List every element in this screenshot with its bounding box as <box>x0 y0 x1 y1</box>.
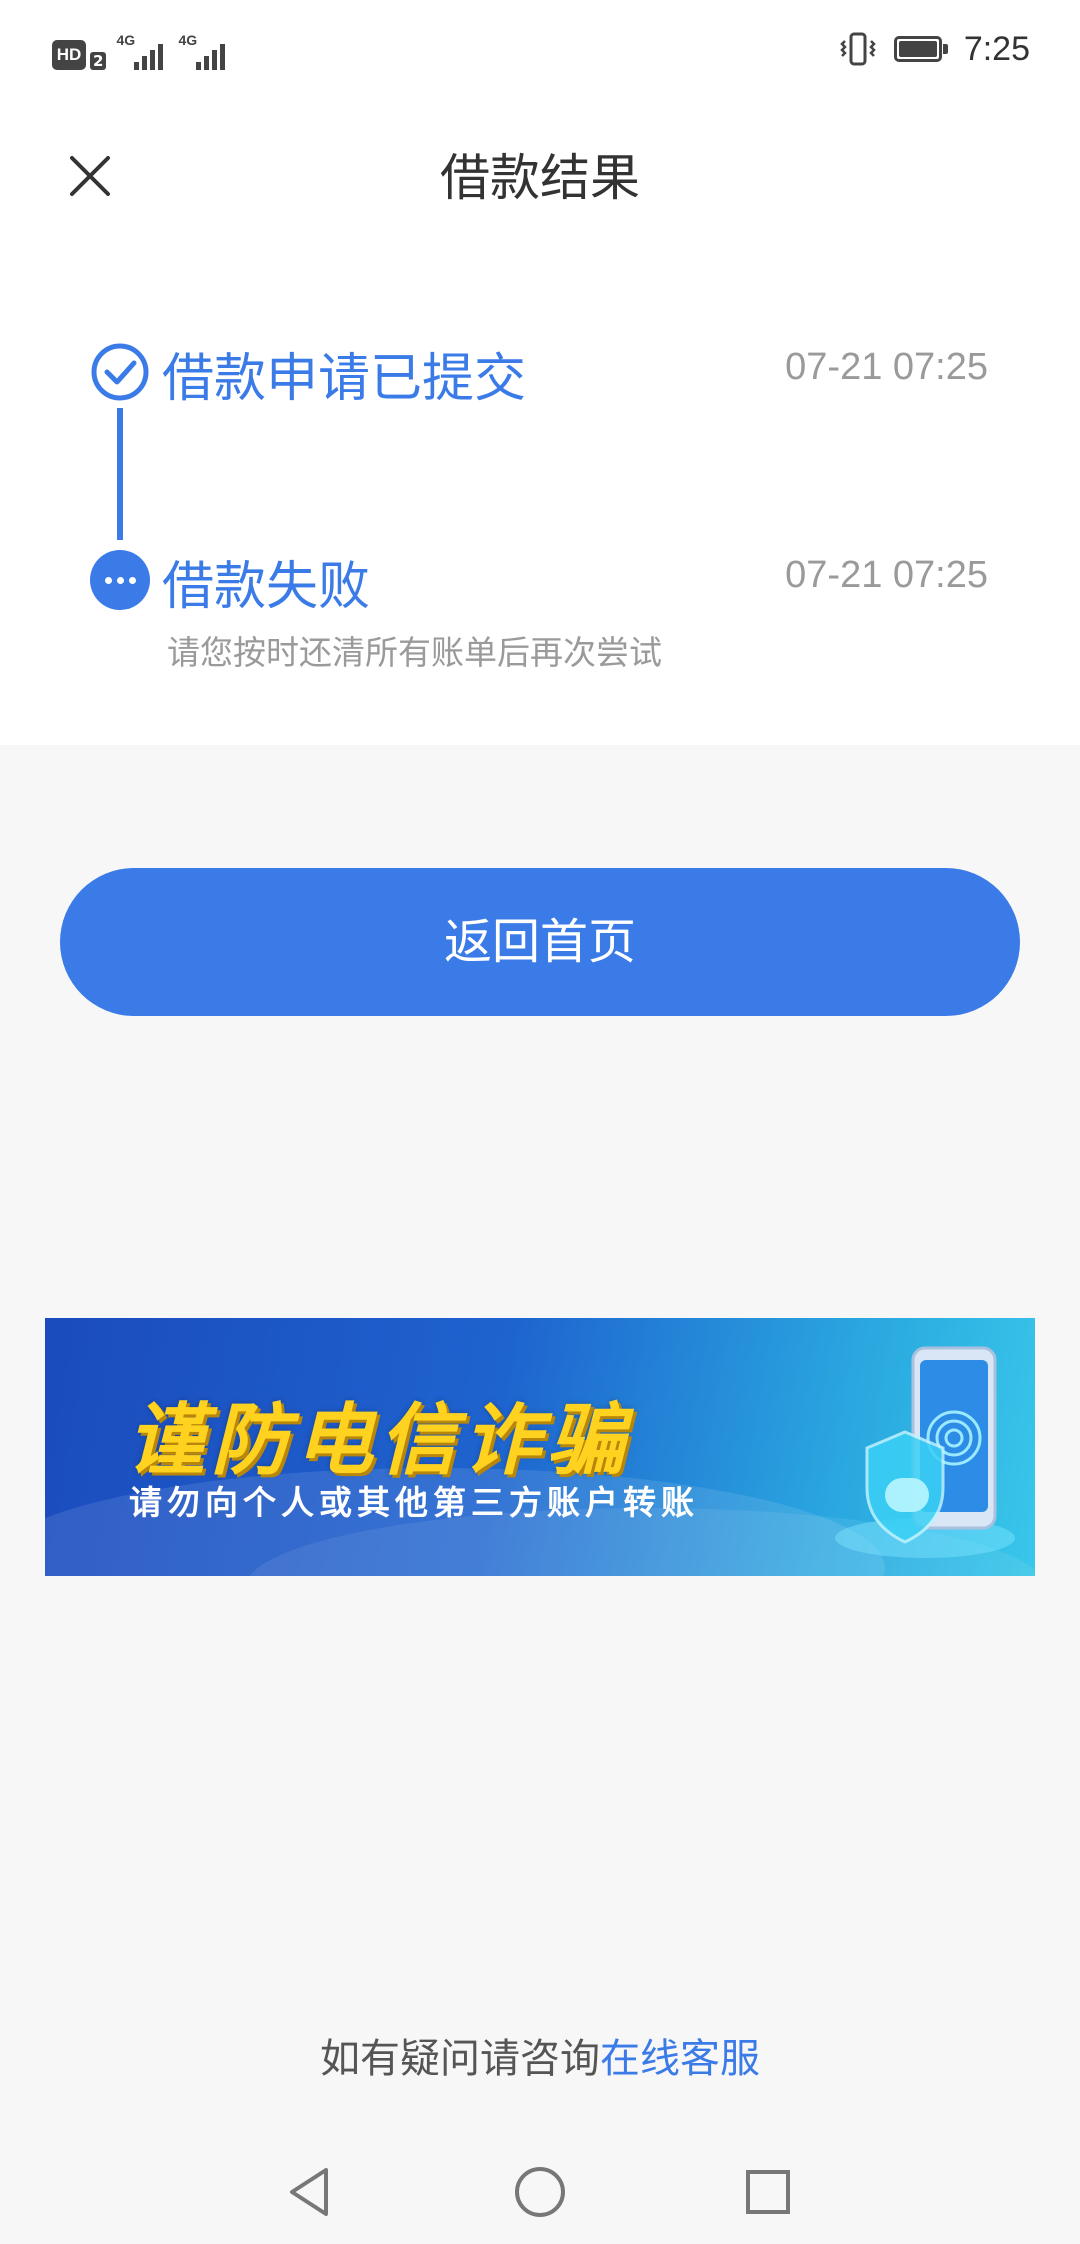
step-description: 请您按时还清所有账单后再次尝试 <box>167 633 662 672</box>
signal-icon: 4G <box>116 32 168 70</box>
online-service-link[interactable]: 在线客服 <box>600 2036 760 2082</box>
phone-shield-icon <box>805 1328 1015 1568</box>
nav-bar: 借款结果 <box>0 110 1080 230</box>
check-circle-icon <box>90 342 150 402</box>
anti-fraud-banner[interactable]: 谨防电信诈骗 请勿向个人或其他第三方账户转账 <box>45 1318 1035 1576</box>
status-bar: HD 2 4G 4G 7:25 <box>0 0 1080 96</box>
step-time: 07-21 07:25 <box>785 554 988 596</box>
step-time: 07-21 07:25 <box>785 346 988 388</box>
network-type-label: 4G <box>178 32 198 48</box>
home-circle-icon <box>515 2167 565 2217</box>
return-home-button[interactable]: 返回首页 <box>60 868 1020 1016</box>
signal-icon: 4G <box>178 32 230 70</box>
banner-title: 谨防电信诈骗 <box>127 1396 632 1486</box>
status-right: 7:25 <box>838 26 1030 72</box>
system-nav-bar <box>0 2150 1080 2244</box>
hd-sim-number: 2 <box>90 52 107 70</box>
back-button[interactable] <box>280 2162 340 2222</box>
help-line: 如有疑问请咨询在线客服 <box>0 2026 1080 2084</box>
more-dots-icon <box>90 550 150 610</box>
page-title: 借款结果 <box>440 149 640 207</box>
help-prefix: 如有疑问请咨询 <box>320 2036 600 2082</box>
banner-subtitle: 请勿向个人或其他第三方账户转账 <box>129 1483 699 1522</box>
vibrate-icon <box>838 31 878 67</box>
step-title: 借款失败 <box>162 557 371 617</box>
recents-button[interactable] <box>738 2162 798 2222</box>
step-title: 借款申请已提交 <box>162 349 527 409</box>
timeline-connector <box>117 408 123 540</box>
battery-icon <box>893 36 948 62</box>
hd-voice-icon: HD <box>52 40 86 70</box>
status-time: 7:25 <box>963 29 1030 68</box>
recents-square-icon <box>746 2170 790 2214</box>
back-triangle-icon <box>290 2168 328 2216</box>
home-button[interactable] <box>510 2162 570 2222</box>
status-left: HD 2 4G 4G <box>52 30 230 70</box>
network-type-label: 4G <box>116 32 136 48</box>
screen: HD 2 4G 4G 7:25 借款结果 借款申请已提交 07-21 07:25… <box>0 0 1080 2244</box>
